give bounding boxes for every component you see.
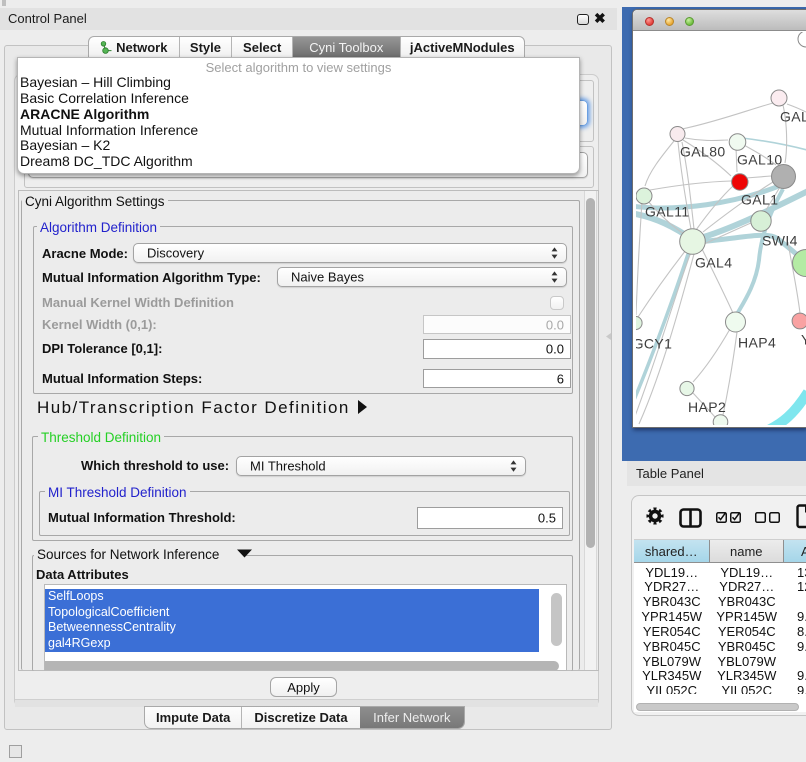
svg-text:HAP2: HAP2 bbox=[688, 399, 726, 415]
svg-text:SWI4: SWI4 bbox=[762, 233, 798, 249]
svg-text:GAL80: GAL80 bbox=[680, 144, 726, 160]
svg-text:Y: Y bbox=[801, 332, 806, 348]
svg-text:HAP4: HAP4 bbox=[738, 335, 776, 351]
svg-text:GAL1: GAL1 bbox=[741, 192, 778, 208]
svg-text:GAL10: GAL10 bbox=[737, 152, 783, 168]
svg-text:GCY1: GCY1 bbox=[636, 336, 672, 352]
svg-text:GAL2: GAL2 bbox=[780, 109, 806, 125]
svg-text:GAL11: GAL11 bbox=[645, 204, 690, 220]
svg-text:GAL4: GAL4 bbox=[695, 255, 732, 271]
